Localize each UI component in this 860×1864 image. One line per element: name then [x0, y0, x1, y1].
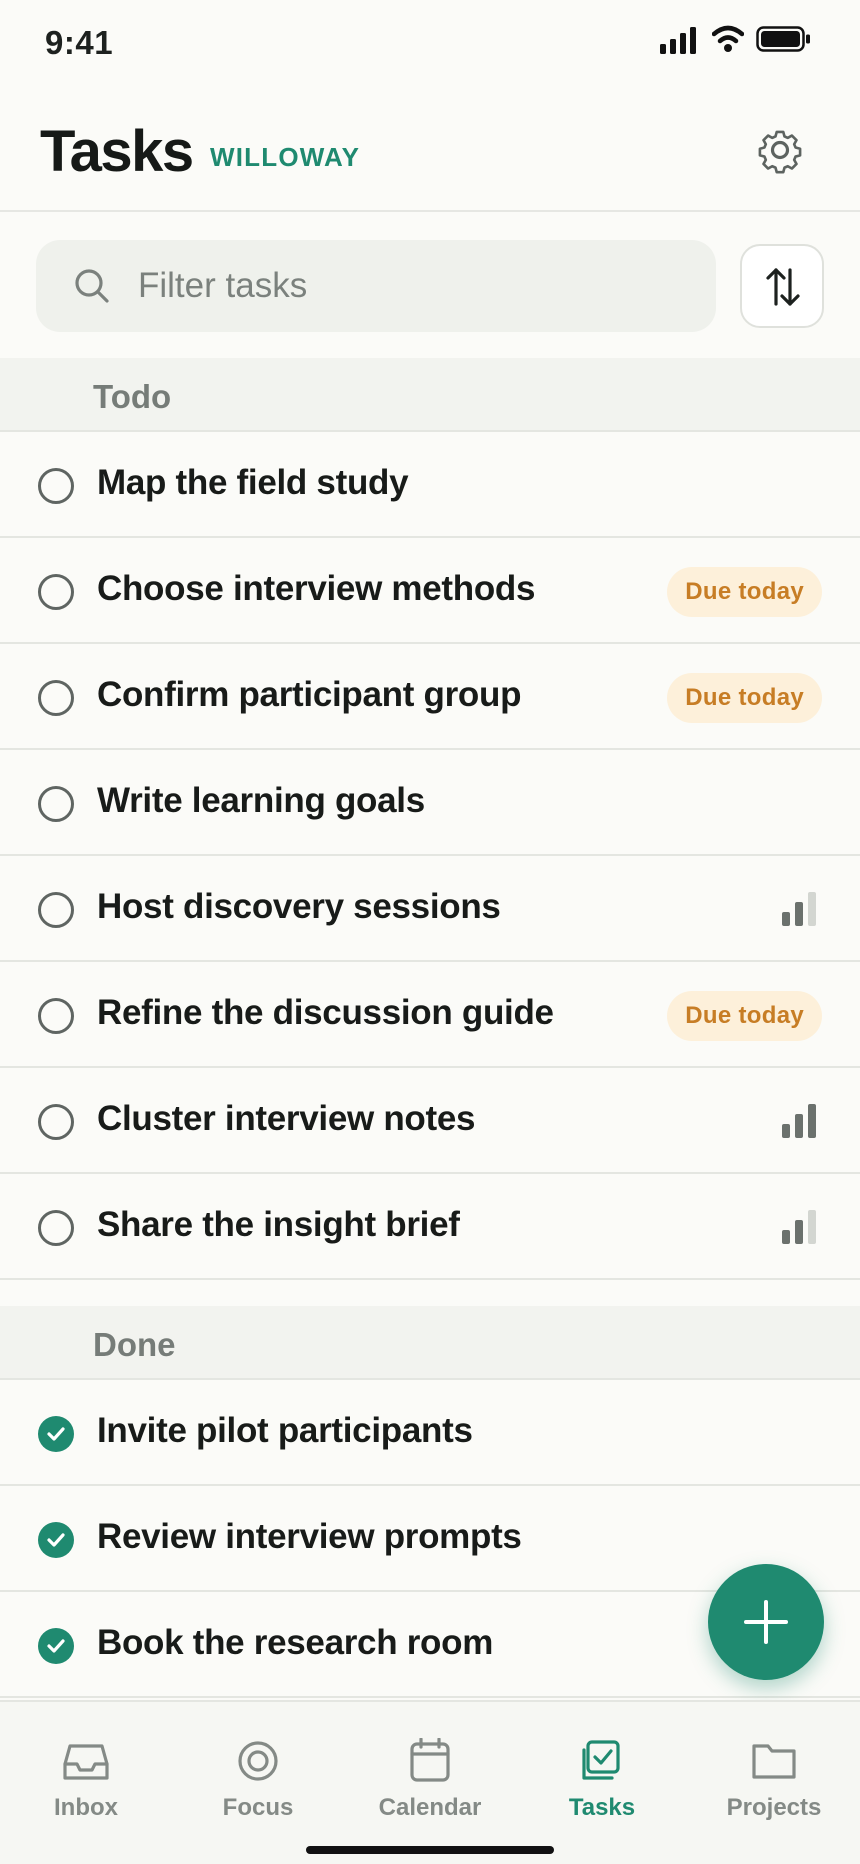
due-today-badge: Due today	[667, 991, 822, 1041]
calendar-icon	[410, 1738, 450, 1782]
sort-arrows-icon	[766, 268, 800, 306]
task-row[interactable]: Write learning goals	[0, 750, 860, 856]
nav-label: Projects	[726, 1794, 822, 1821]
signal-icon	[660, 27, 696, 54]
task-title: Confirm participant group	[97, 675, 522, 714]
task-checkbox[interactable]	[38, 786, 74, 822]
task-title: Book the research room	[97, 1623, 494, 1662]
checkmark-icon	[47, 1427, 65, 1441]
sort-button[interactable]	[740, 244, 824, 328]
task-row[interactable]: Cluster interview notes	[0, 1068, 860, 1174]
app-header: Tasks WILLOWAY	[0, 100, 860, 212]
plus-icon	[744, 1600, 788, 1644]
target-icon	[238, 1741, 278, 1781]
task-title: Choose interview methods	[97, 569, 536, 608]
section-title: Todo	[93, 378, 172, 415]
due-today-badge: Due today	[667, 673, 822, 723]
nav-label: Inbox	[54, 1794, 118, 1821]
bottom-nav: Inbox Focus Calendar Tasks Projects	[0, 1700, 860, 1864]
checkbox-icon	[582, 1740, 620, 1780]
task-checkbox[interactable]	[38, 998, 74, 1034]
page-title: Tasks	[40, 119, 194, 184]
due-today-badge: Due today	[667, 567, 822, 617]
task-checkbox-checked[interactable]	[38, 1522, 74, 1558]
add-task-button[interactable]	[708, 1564, 824, 1680]
section-header-done: Done	[0, 1306, 860, 1380]
search-icon	[75, 269, 109, 303]
task-checkbox[interactable]	[38, 892, 74, 928]
nav-label: Tasks	[568, 1794, 636, 1821]
section-title: Done	[93, 1326, 176, 1363]
task-row[interactable]: Map the field study	[0, 432, 860, 538]
task-row[interactable]: Host discovery sessions	[0, 856, 860, 962]
status-time: 9:41	[45, 24, 114, 61]
task-checkbox[interactable]	[38, 1104, 74, 1140]
search-input[interactable]	[138, 240, 678, 332]
nav-item-inbox[interactable]: Inbox	[16, 1738, 156, 1838]
task-row[interactable]: Choose interview methods Due today	[0, 538, 860, 644]
nav-label: Calendar	[378, 1794, 482, 1821]
nav-item-projects[interactable]: Projects	[704, 1738, 844, 1838]
battery-icon	[756, 26, 810, 52]
status-icons	[660, 22, 860, 62]
settings-button[interactable]	[752, 122, 808, 178]
checkmark-icon	[47, 1639, 65, 1653]
task-checkbox-checked[interactable]	[38, 1416, 74, 1452]
task-row[interactable]: Refine the discussion guide Due today	[0, 962, 860, 1068]
task-title: Host discovery sessions	[97, 887, 501, 926]
wifi-icon	[712, 25, 744, 52]
folder-icon	[752, 1744, 796, 1779]
task-checkbox[interactable]	[38, 574, 74, 610]
task-title: Share the insight brief	[97, 1205, 460, 1244]
nav-item-focus[interactable]: Focus	[188, 1738, 328, 1838]
status-bar: 9:41	[0, 0, 860, 90]
task-checkbox[interactable]	[38, 468, 74, 504]
task-title: Map the field study	[97, 463, 409, 502]
task-title: Cluster interview notes	[97, 1099, 476, 1138]
home-indicator	[306, 1846, 554, 1854]
task-title: Refine the discussion guide	[97, 993, 554, 1032]
gear-icon	[758, 130, 802, 174]
workspace-label[interactable]: WILLOWAY	[210, 142, 360, 173]
task-title: Invite pilot participants	[97, 1411, 473, 1450]
task-row[interactable]: Invite pilot participants	[0, 1380, 860, 1486]
task-title: Review interview prompts	[97, 1517, 522, 1556]
inbox-icon	[63, 1744, 109, 1780]
nav-label: Focus	[222, 1794, 294, 1821]
priority-bars-icon	[782, 1208, 816, 1244]
task-title: Write learning goals	[97, 781, 425, 820]
nav-item-tasks[interactable]: Tasks	[532, 1738, 672, 1838]
checkmark-icon	[47, 1533, 65, 1547]
task-checkbox[interactable]	[38, 680, 74, 716]
task-checkbox-checked[interactable]	[38, 1628, 74, 1664]
task-checkbox[interactable]	[38, 1210, 74, 1246]
section-header-todo: Todo	[0, 358, 860, 432]
task-row[interactable]: Confirm participant group Due today	[0, 644, 860, 750]
search-bar	[36, 240, 716, 332]
priority-bars-icon	[782, 890, 816, 926]
task-row[interactable]: Share the insight brief	[0, 1174, 860, 1280]
priority-bars-icon	[782, 1102, 816, 1138]
nav-item-calendar[interactable]: Calendar	[360, 1738, 500, 1838]
